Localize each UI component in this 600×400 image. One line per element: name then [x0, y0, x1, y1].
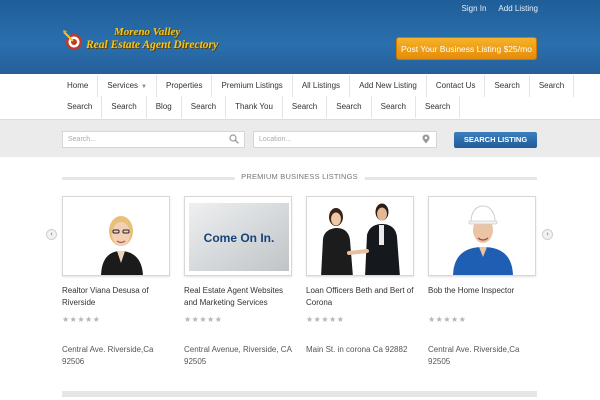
listing-card: Loan Officers Beth and Bert of Corona ★★…	[306, 196, 414, 354]
nav-all-listings[interactable]: All Listings	[293, 75, 351, 97]
add-listing-link[interactable]: Add Listing	[498, 4, 538, 13]
logo-line-1: Moreno Valley	[114, 26, 181, 38]
nav-premium-listings[interactable]: Premium Listings	[212, 75, 293, 97]
post-listing-button[interactable]: Post Your Business Listing $25/mo	[396, 37, 537, 60]
site-header: Sign In Add Listing Moreno Valley Real E…	[0, 0, 600, 74]
listing-address: Central Avenue, Riverside, CA 92505	[184, 345, 292, 366]
top-links: Sign In Add Listing	[462, 4, 539, 13]
target-arrow-icon	[63, 30, 82, 50]
rating-stars-icon: ★★★★★	[306, 315, 345, 324]
home-inspector-image	[429, 197, 535, 275]
logo-line-2: Real Estate Agent Directory	[86, 39, 219, 51]
nav-search[interactable]: Search	[58, 96, 103, 118]
nav-row-2: Search Search Blog Search Thank You Sear…	[58, 96, 461, 118]
main-nav: Home Services ▼ Properties Premium Listin…	[0, 74, 600, 119]
map-pin-icon	[422, 134, 430, 144]
nav-search[interactable]: Search	[283, 96, 328, 118]
search-icon	[229, 134, 239, 144]
come-on-in-sign-image: Come On In.	[185, 197, 291, 275]
nav-add-new-listing[interactable]: Add New Listing	[350, 75, 427, 97]
listing-address: Central Ave. Riverside,Ca 92505	[428, 345, 520, 366]
nav-blog[interactable]: Blog	[147, 96, 182, 118]
nav-contact-us[interactable]: Contact Us	[427, 75, 486, 97]
nav-thank-you[interactable]: Thank You	[226, 96, 283, 118]
listing-address: Central Ave. Riverside,Ca 92506	[62, 345, 154, 366]
listing-image-sign[interactable]: Come On In.	[184, 196, 292, 276]
woman-portrait-image	[63, 197, 169, 275]
search-listing-button[interactable]: SEARCH LISTING	[454, 132, 537, 148]
listing-title[interactable]: Realtor Viana Desusa of Riverside	[62, 285, 170, 309]
nav-properties[interactable]: Properties	[157, 75, 213, 97]
rating-stars-icon: ★★★★★	[62, 315, 101, 324]
rating-stars-icon: ★★★★★	[428, 315, 467, 324]
nav-search[interactable]: Search	[485, 75, 530, 97]
nav-home[interactable]: Home	[58, 75, 99, 97]
nav-search[interactable]: Search	[327, 96, 372, 118]
keyword-search-input[interactable]: Search...	[62, 131, 245, 148]
nav-services[interactable]: Services ▼	[98, 75, 157, 97]
carousel-prev-button[interactable]: ‹	[46, 229, 57, 240]
listing-image-realtor[interactable]	[62, 196, 170, 276]
search-band: Search... Location... SEARCH LISTING	[0, 119, 600, 157]
nav-row-1: Home Services ▼ Properties Premium Listin…	[58, 75, 575, 97]
listing-card: Bob the Home Inspector ★★★★★ Central Ave…	[428, 196, 536, 366]
sign-in-link[interactable]: Sign In	[462, 4, 487, 13]
rating-stars-icon: ★★★★★	[184, 315, 223, 324]
location-input[interactable]: Location...	[253, 131, 437, 148]
sign-text: Come On In.	[204, 231, 275, 245]
caret-down-icon: ▼	[141, 84, 147, 90]
listing-card: Realtor Viana Desusa of Riverside ★★★★★ …	[62, 196, 170, 366]
handshake-image	[307, 197, 413, 275]
nav-search[interactable]: Search	[372, 96, 416, 118]
nav-search[interactable]: Search	[416, 96, 461, 118]
nav-search[interactable]: Search	[530, 75, 575, 97]
nav-search[interactable]: Search	[102, 96, 147, 118]
listing-image-handshake[interactable]	[306, 196, 414, 276]
listing-address: Main St. in corona Ca 92882	[306, 345, 408, 354]
section-title: PREMIUM BUSINESS LISTINGS	[234, 172, 365, 181]
carousel-next-button[interactable]: ›	[542, 229, 553, 240]
listing-title[interactable]: Real Estate Agent Websites and Marketing…	[184, 285, 292, 309]
site-logo[interactable]: Moreno Valley Real Estate Agent Director…	[62, 25, 222, 61]
location-placeholder: Location...	[259, 136, 292, 143]
keyword-placeholder: Search...	[68, 136, 97, 143]
nav-search[interactable]: Search	[182, 96, 227, 118]
listing-card: Come On In. Real Estate Agent Websites a…	[184, 196, 292, 366]
bottom-divider	[62, 391, 537, 397]
listing-image-inspector[interactable]	[428, 196, 536, 276]
listing-title[interactable]: Bob the Home Inspector	[428, 285, 536, 297]
premium-listings-heading: PREMIUM BUSINESS LISTINGS	[62, 172, 537, 184]
listing-title[interactable]: Loan Officers Beth and Bert of Corona	[306, 285, 414, 309]
